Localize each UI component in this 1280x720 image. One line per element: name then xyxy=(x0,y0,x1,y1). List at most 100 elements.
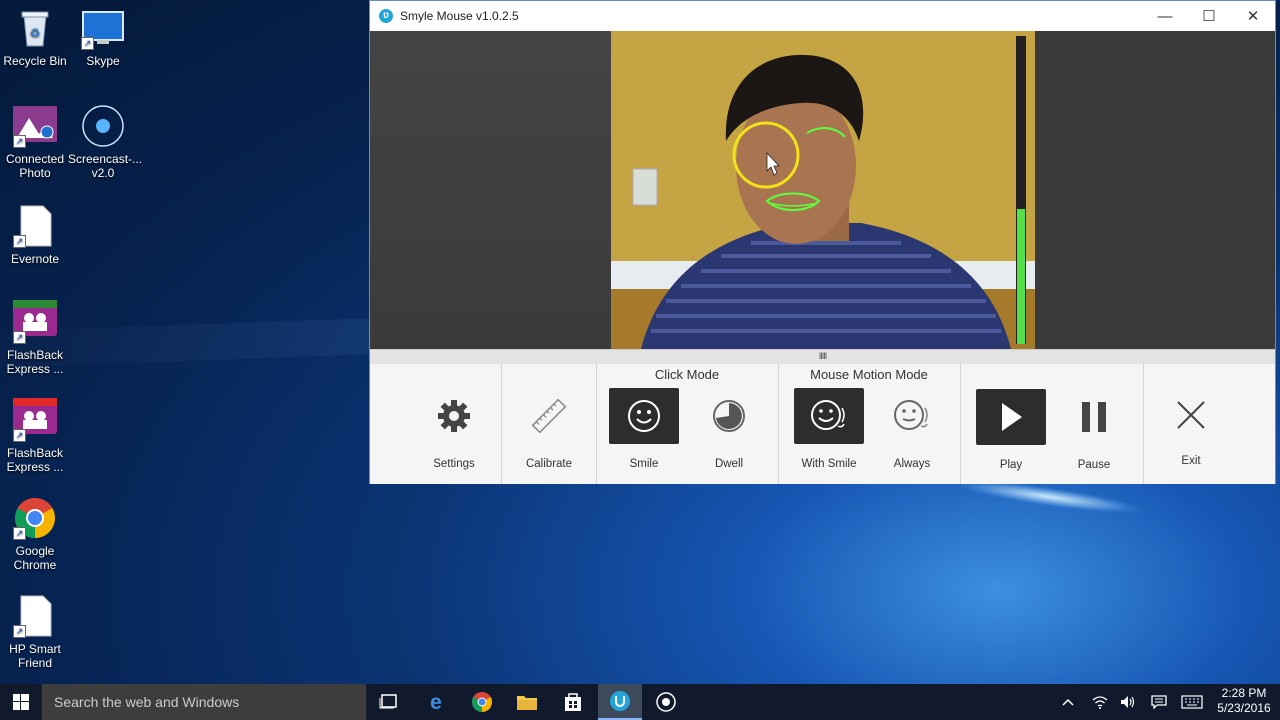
with-smile-label: With Smile xyxy=(801,458,857,470)
play-icon xyxy=(976,389,1046,445)
skype-icon: ↗ xyxy=(81,6,125,50)
desktop-icon-label: FlashBack Express ... xyxy=(6,348,64,376)
smile-level-fill xyxy=(1017,209,1025,344)
shortcut-arrow-icon: ↗ xyxy=(13,331,26,344)
volume-icon[interactable] xyxy=(1116,684,1140,720)
gear-icon xyxy=(419,388,489,444)
shortcut-arrow-icon: ↗ xyxy=(13,135,26,148)
desktop-icon-label: Evernote xyxy=(10,252,60,266)
system-clock[interactable]: 2:28 PM 5/23/2016 xyxy=(1212,686,1276,716)
taskbar-edge[interactable]: e xyxy=(414,684,458,720)
desktop-icon-evernote[interactable]: ↗ Evernote xyxy=(0,204,70,266)
dwell-label: Dwell xyxy=(714,458,744,470)
store-icon xyxy=(565,693,581,711)
toolbar-separator xyxy=(778,364,779,484)
with-smile-motion-button[interactable]: With Smile xyxy=(794,388,864,470)
window-title: Smyle Mouse v1.0.2.5 xyxy=(400,9,519,23)
folder-icon xyxy=(517,696,537,710)
desktop-icon-flashback-1[interactable]: ↗ FlashBack Express ... xyxy=(0,300,70,376)
task-view-button[interactable] xyxy=(367,684,411,720)
svg-text:♻: ♻ xyxy=(30,26,41,40)
panel-splitter[interactable]: IIIII xyxy=(370,349,1275,365)
dwell-timer-icon xyxy=(694,388,764,444)
pause-icon xyxy=(1059,389,1129,445)
close-button[interactable]: ✕ xyxy=(1231,1,1275,31)
pause-button[interactable]: Pause xyxy=(1059,389,1129,471)
desktop-icon-label: Skype xyxy=(86,54,120,68)
click-mode-title: Click Mode xyxy=(654,367,720,382)
clock-time: 2:28 PM xyxy=(1221,686,1267,700)
recycle-bin-icon: ♻ xyxy=(13,6,57,50)
shortcut-arrow-icon: ↗ xyxy=(13,429,26,442)
clock-date: 5/23/2016 xyxy=(1217,701,1271,715)
smile-label: Smile xyxy=(629,458,659,470)
smyle-mouse-window: ʋ Smyle Mouse v1.0.2.5 — ☐ ✕ IIIII Click… xyxy=(369,0,1276,484)
windows-logo-icon xyxy=(13,694,29,710)
calibrate-label: Calibrate xyxy=(525,458,573,470)
webcam-feed xyxy=(611,31,1035,349)
desktop-icon-google-chrome[interactable]: ↗ Google Chrome xyxy=(0,496,70,572)
wifi-icon[interactable] xyxy=(1088,684,1112,720)
shortcut-arrow-icon: ↗ xyxy=(13,235,26,248)
start-button[interactable] xyxy=(0,684,42,720)
file-icon: ↗ xyxy=(13,594,57,638)
toolbar-separator xyxy=(960,364,961,484)
screencast-icon xyxy=(81,104,125,148)
mouse-motion-mode-title: Mouse Motion Mode xyxy=(810,367,928,382)
shortcut-arrow-icon: ↗ xyxy=(13,527,26,540)
flashback-icon: ↗ xyxy=(13,300,57,344)
title-bar[interactable]: ʋ Smyle Mouse v1.0.2.5 — ☐ ✕ xyxy=(370,1,1275,31)
always-motion-button[interactable]: Always xyxy=(877,388,947,470)
screencast-icon xyxy=(656,692,676,712)
smyle-mouse-icon xyxy=(610,691,630,711)
exit-label: Exit xyxy=(1181,455,1201,467)
settings-label: Settings xyxy=(433,458,475,470)
desktop-icon-label: Recycle Bin xyxy=(3,54,67,68)
desktop-icon-label: Google Chrome xyxy=(13,544,57,572)
toolbar-separator xyxy=(596,364,597,484)
show-hidden-icons-chevron-icon[interactable] xyxy=(1056,684,1080,720)
desktop-icon-hp-smart-friend[interactable]: ↗ HP Smart Friend xyxy=(0,594,70,670)
dwell-click-button[interactable]: Dwell xyxy=(694,388,764,470)
desktop-icon-recycle-bin[interactable]: ♻ Recycle Bin xyxy=(0,6,70,68)
desktop-icon-label: Screencast-... v2.0 xyxy=(68,152,143,180)
connected-photo-icon: ↗ xyxy=(13,104,57,148)
taskbar-file-explorer[interactable] xyxy=(505,684,549,720)
taskbar-screencast[interactable] xyxy=(644,684,688,720)
pause-label: Pause xyxy=(1077,459,1111,471)
neutral-face-motion-icon xyxy=(877,388,947,444)
chrome-icon: ↗ xyxy=(13,496,57,540)
exit-button[interactable]: Exit xyxy=(1156,389,1226,467)
always-label: Always xyxy=(893,458,931,470)
taskbar-store[interactable] xyxy=(551,684,595,720)
taskbar-search-box[interactable]: Search the web and Windows xyxy=(42,684,366,720)
desktop-icon-skype[interactable]: ↗ Skype xyxy=(68,6,138,68)
desktop-icon-flashback-2[interactable]: ↗ FlashBack Express ... xyxy=(0,398,70,474)
settings-button[interactable]: Settings xyxy=(419,388,489,470)
flashback-icon: ↗ xyxy=(13,398,57,442)
toolbar-separator xyxy=(501,364,502,484)
keyboard-icon[interactable] xyxy=(1178,684,1206,720)
desktop-icon-screencast[interactable]: Screencast-... v2.0 xyxy=(68,104,143,180)
shortcut-arrow-icon: ↗ xyxy=(81,37,94,50)
ruler-icon xyxy=(514,388,584,444)
minimize-button[interactable]: — xyxy=(1143,1,1187,31)
taskbar-smyle-mouse[interactable] xyxy=(598,684,642,720)
task-view-icon xyxy=(379,694,397,709)
camera-view xyxy=(370,31,1275,351)
smile-level-meter xyxy=(1016,36,1026,344)
calibrate-button[interactable]: Calibrate xyxy=(514,388,584,470)
maximize-button[interactable]: ☐ xyxy=(1187,1,1231,31)
chrome-icon xyxy=(472,692,492,712)
svg-text:e: e xyxy=(430,691,442,713)
taskbar-chrome[interactable] xyxy=(460,684,504,720)
shortcut-arrow-icon: ↗ xyxy=(13,625,26,638)
smile-click-button[interactable]: Smile xyxy=(609,388,679,470)
smile-icon xyxy=(609,388,679,444)
action-center-icon[interactable] xyxy=(1146,684,1172,720)
desktop-icon-connected-photo[interactable]: ↗ Connected Photo xyxy=(0,104,70,180)
play-button[interactable]: Play xyxy=(976,389,1046,471)
camera-left-pane xyxy=(370,31,611,349)
close-x-icon xyxy=(1156,389,1226,441)
desktop-icon-label: HP Smart Friend xyxy=(9,642,61,670)
